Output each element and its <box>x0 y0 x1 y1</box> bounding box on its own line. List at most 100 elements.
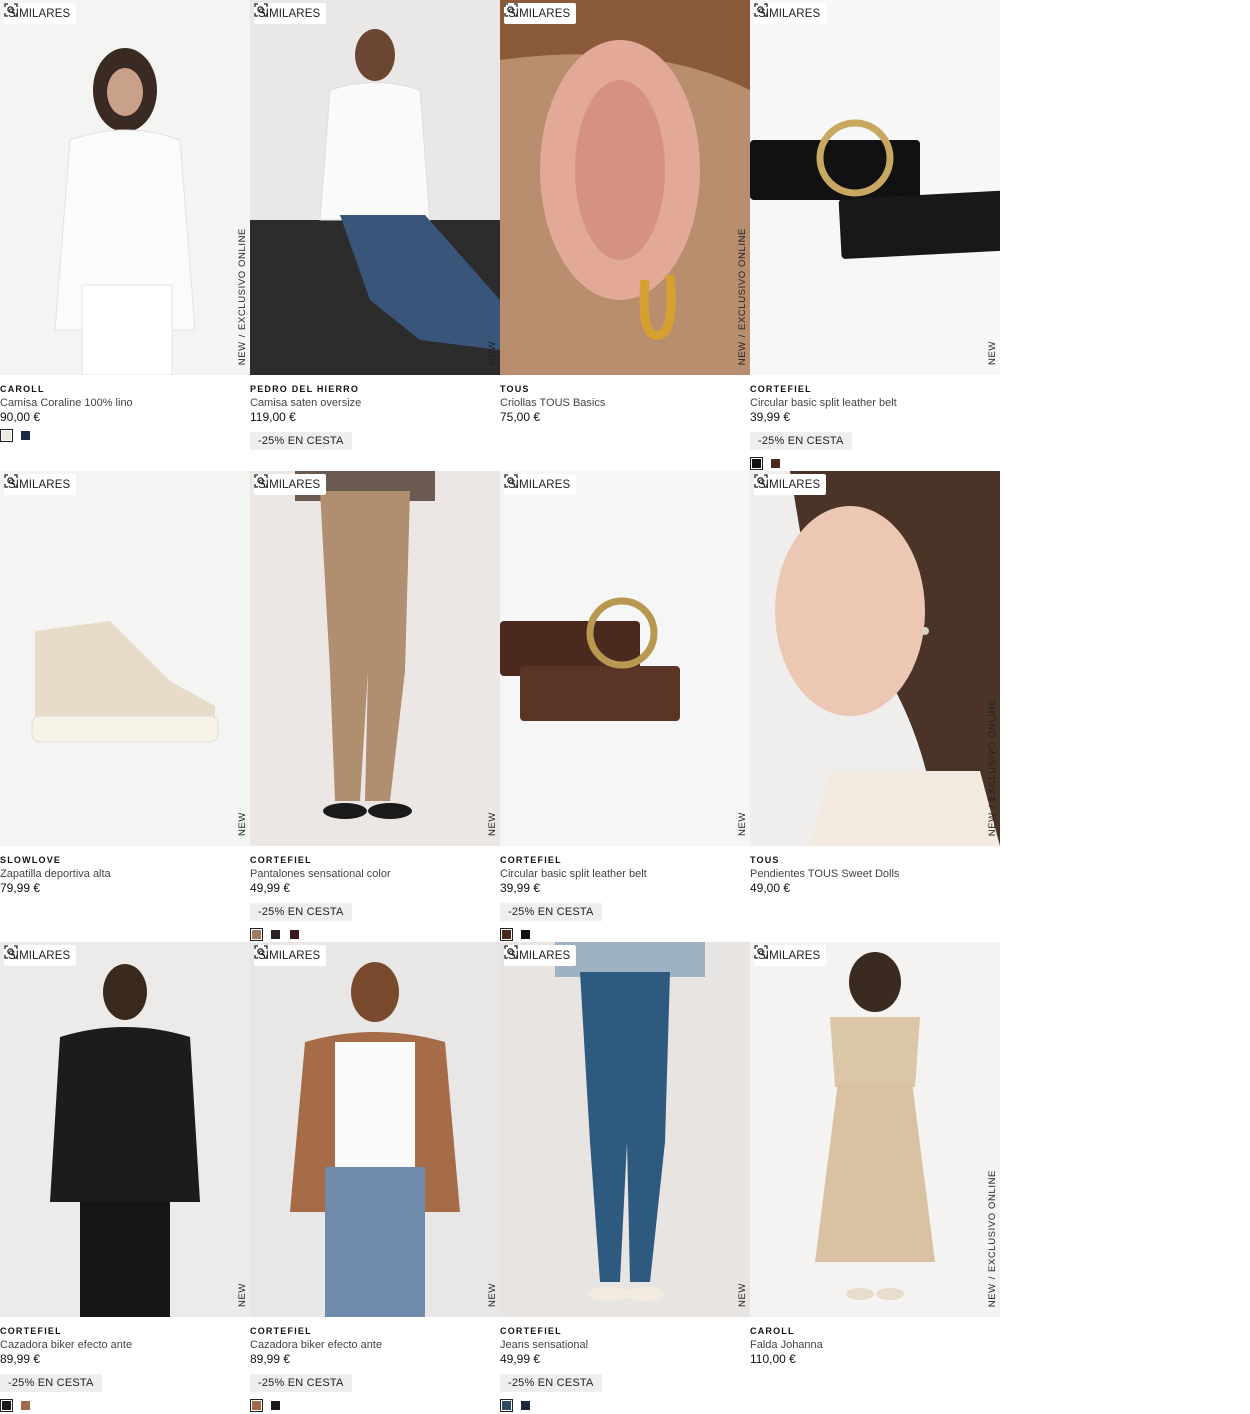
color-swatches <box>250 928 299 941</box>
color-swatch[interactable] <box>771 459 780 468</box>
product-info[interactable]: CAROLL Falda Johanna 110,00 € <box>750 1325 998 1367</box>
product-card[interactable]: SIMILARES NEW CORTEFIEL Circular basic s… <box>500 471 750 942</box>
product-name[interactable]: Camisa Coraline 100% lino <box>0 396 248 410</box>
product-info[interactable]: CORTEFIEL Cazadora biker efecto ante 89,… <box>0 1325 248 1392</box>
product-card[interactable]: SIMILARES NEW CORTEFIEL Cazadora biker e… <box>250 942 500 1413</box>
color-swatch[interactable] <box>750 457 763 470</box>
new-label: NEW <box>487 1283 498 1307</box>
product-info[interactable]: CORTEFIEL Circular basic split leather b… <box>750 383 998 450</box>
color-swatch[interactable] <box>290 930 299 939</box>
product-card[interactable]: SIMILARES NEW CORTEFIEL Pantalones sensa… <box>250 471 500 942</box>
product-image[interactable]: SIMILARES NEW/EXCLUSIVO ONLINE <box>750 471 1000 846</box>
color-swatch[interactable] <box>250 1399 263 1412</box>
similar-button[interactable]: SIMILARES <box>254 474 327 495</box>
similar-button[interactable]: SIMILARES <box>754 945 827 966</box>
product-info[interactable]: CAROLL Camisa Coraline 100% lino 90,00 € <box>0 383 248 425</box>
color-swatch[interactable] <box>500 928 513 941</box>
visual-search-icon <box>754 474 768 488</box>
product-name[interactable]: Zapatilla deportiva alta <box>0 867 248 881</box>
product-image[interactable]: SIMILARES NEW <box>0 942 250 1317</box>
product-price: 75,00 € <box>500 410 541 424</box>
product-name[interactable]: Cazadora biker efecto ante <box>0 1338 248 1352</box>
new-label: NEW <box>987 812 998 836</box>
product-card[interactable]: SIMILARES NEW/EXCLUSIVO ONLINE CAROLL Ca… <box>0 0 250 471</box>
promo-badge: -25% EN CESTA <box>750 432 852 450</box>
color-swatch[interactable] <box>521 930 530 939</box>
similar-button[interactable]: SIMILARES <box>4 945 77 966</box>
product-image[interactable]: SIMILARES NEW <box>250 471 500 846</box>
product-info[interactable]: CORTEFIEL Jeans sensational 49,99 € -25%… <box>500 1325 748 1392</box>
product-price: 39,99 € <box>500 881 541 895</box>
product-name[interactable]: Circular basic split leather belt <box>750 396 998 410</box>
product-image[interactable]: SIMILARES NEW <box>750 0 1000 375</box>
product-image[interactable]: SIMILARES NEW <box>250 942 500 1317</box>
product-brand: TOUS <box>500 384 530 394</box>
white-linen-shirt-photo <box>0 0 250 375</box>
product-image[interactable]: SIMILARES NEW <box>250 0 500 375</box>
product-name[interactable]: Circular basic split leather belt <box>500 867 748 881</box>
product-brand: TOUS <box>750 855 780 865</box>
product-card[interactable]: SIMILARES NEW SLOWLOVE Zapatilla deporti… <box>0 471 250 942</box>
product-name[interactable]: Camisa saten oversize <box>250 396 498 410</box>
product-card[interactable]: SIMILARES NEW CORTEFIEL Jeans sensationa… <box>500 942 750 1413</box>
color-swatch[interactable] <box>271 1401 280 1410</box>
product-name[interactable]: Criollas TOUS Basics <box>500 396 748 410</box>
product-card[interactable]: SIMILARES NEW/EXCLUSIVO ONLINE CAROLL Fa… <box>750 942 1000 1413</box>
color-swatch[interactable] <box>0 1399 13 1412</box>
product-badges: NEW/EXCLUSIVO ONLINE <box>237 227 248 365</box>
product-badges: NEW <box>237 1283 248 1307</box>
color-swatch[interactable] <box>21 1401 30 1410</box>
color-swatch[interactable] <box>521 1401 530 1410</box>
product-card[interactable]: SIMILARES NEW PEDRO DEL HIERRO Camisa sa… <box>250 0 500 471</box>
product-card[interactable]: SIMILARES NEW/EXCLUSIVO ONLINE TOUS Crio… <box>500 0 750 471</box>
camel-trousers-photo <box>250 471 500 846</box>
product-name[interactable]: Pendientes TOUS Sweet Dolls <box>750 867 998 881</box>
product-image[interactable]: SIMILARES NEW/EXCLUSIVO ONLINE <box>0 0 250 375</box>
similar-button[interactable]: SIMILARES <box>754 3 827 24</box>
color-swatch[interactable] <box>21 431 30 440</box>
product-info[interactable]: CORTEFIEL Pantalones sensational color 4… <box>250 854 498 921</box>
similar-button[interactable]: SIMILARES <box>254 945 327 966</box>
color-swatch[interactable] <box>271 930 280 939</box>
product-info[interactable]: SLOWLOVE Zapatilla deportiva alta 79,99 … <box>0 854 248 896</box>
product-badges: NEW/EXCLUSIVO ONLINE <box>737 227 748 365</box>
product-card[interactable]: SIMILARES NEW CORTEFIEL Circular basic s… <box>750 0 1000 471</box>
similar-button[interactable]: SIMILARES <box>4 474 77 495</box>
blue-jeans-photo <box>500 942 750 1317</box>
product-price: 89,99 € <box>0 1352 41 1366</box>
product-name[interactable]: Cazadora biker efecto ante <box>250 1338 498 1352</box>
stud-earring-photo <box>750 471 1000 846</box>
product-info[interactable]: CORTEFIEL Circular basic split leather b… <box>500 854 748 921</box>
color-swatches <box>750 457 780 470</box>
product-name[interactable]: Pantalones sensational color <box>250 867 498 881</box>
product-image[interactable]: SIMILARES NEW <box>500 471 750 846</box>
product-image[interactable]: SIMILARES NEW <box>0 471 250 846</box>
similar-button[interactable]: SIMILARES <box>504 3 577 24</box>
color-swatch[interactable] <box>0 429 13 442</box>
product-image[interactable]: SIMILARES NEW/EXCLUSIVO ONLINE <box>500 0 750 375</box>
product-card[interactable]: SIMILARES NEW/EXCLUSIVO ONLINE TOUS Pend… <box>750 471 1000 942</box>
product-info[interactable]: TOUS Criollas TOUS Basics 75,00 € <box>500 383 748 425</box>
new-label: NEW <box>237 812 248 836</box>
product-price: 119,00 € <box>250 410 296 424</box>
product-info[interactable]: PEDRO DEL HIERRO Camisa saten oversize 1… <box>250 383 498 450</box>
product-price: 79,99 € <box>0 881 41 895</box>
product-image[interactable]: SIMILARES NEW <box>500 942 750 1317</box>
product-brand: CORTEFIEL <box>250 855 312 865</box>
color-swatch[interactable] <box>500 1399 513 1412</box>
color-swatch[interactable] <box>250 928 263 941</box>
similar-button[interactable]: SIMILARES <box>4 3 77 24</box>
promo-badge: -25% EN CESTA <box>250 903 352 921</box>
product-image[interactable]: SIMILARES NEW/EXCLUSIVO ONLINE <box>750 942 1000 1317</box>
similar-button[interactable]: SIMILARES <box>754 474 827 495</box>
product-name[interactable]: Falda Johanna <box>750 1338 998 1352</box>
product-card[interactable]: SIMILARES NEW CORTEFIEL Cazadora biker e… <box>0 942 250 1413</box>
similar-button[interactable]: SIMILARES <box>254 3 327 24</box>
product-price: 90,00 € <box>0 410 41 424</box>
product-info[interactable]: TOUS Pendientes TOUS Sweet Dolls 49,00 € <box>750 854 998 896</box>
similar-button[interactable]: SIMILARES <box>504 474 577 495</box>
similar-button[interactable]: SIMILARES <box>504 945 577 966</box>
beige-skirt-set-photo <box>750 942 1000 1317</box>
product-info[interactable]: CORTEFIEL Cazadora biker efecto ante 89,… <box>250 1325 498 1392</box>
product-name[interactable]: Jeans sensational <box>500 1338 748 1352</box>
